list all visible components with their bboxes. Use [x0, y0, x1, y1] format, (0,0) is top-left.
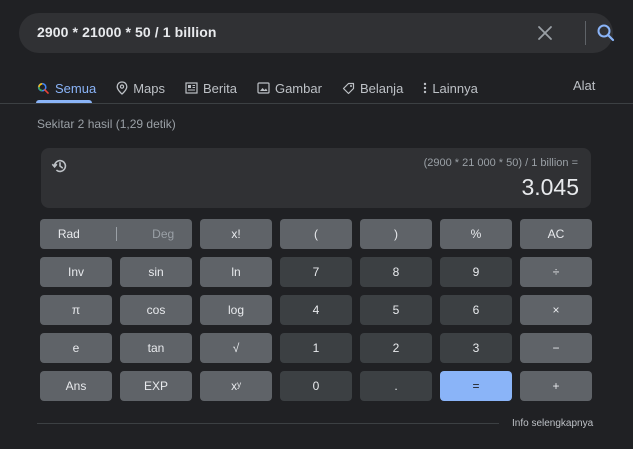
result-stats: Sekitar 2 hasil (1,29 detik) [37, 117, 176, 131]
key-log[interactable]: log [200, 295, 272, 325]
tab-label: Belanja [359, 80, 404, 96]
more-info-link[interactable]: Info selengkapnya [512, 418, 593, 429]
calculator-expression: (2900 * 21 000 * 50) / 1 billion = [423, 157, 578, 169]
key-ln[interactable]: ln [200, 257, 272, 287]
key-4[interactable]: 4 [280, 295, 352, 325]
tab-label: Berita [203, 80, 237, 96]
calculator-display: (2900 * 21 000 * 50) / 1 billion = 3.045 [41, 148, 591, 208]
search-divider [585, 21, 586, 45]
key-5[interactable]: 5 [360, 295, 432, 325]
history-icon[interactable] [51, 157, 69, 175]
tag-icon [342, 82, 355, 94]
key-factorial[interactable]: x! [200, 219, 272, 249]
calculator-result: 3.045 [521, 174, 579, 200]
key-e[interactable]: e [40, 333, 112, 363]
deg-option[interactable]: Deg [152, 227, 174, 241]
tab-berita[interactable]: Berita [185, 81, 237, 96]
key-7[interactable]: 7 [280, 257, 352, 287]
newspaper-icon [185, 82, 198, 94]
more-vert-icon [424, 82, 427, 94]
tab-label: Gambar [274, 80, 322, 96]
key-subtract[interactable]: − [520, 333, 592, 363]
tools-button[interactable]: Alat [573, 78, 595, 93]
key-2[interactable]: 2 [360, 333, 432, 363]
key-6[interactable]: 6 [440, 295, 512, 325]
key-3[interactable]: 3 [440, 333, 512, 363]
rad-option[interactable]: Rad [58, 227, 80, 241]
key-pi[interactable]: π [40, 295, 112, 325]
tab-lainnya[interactable]: Lainnya [423, 81, 478, 96]
key-cos[interactable]: cos [120, 295, 192, 325]
search-tabs: Semua Maps Berita Gambar Belanja Lainnya [37, 78, 498, 98]
map-pin-icon [116, 81, 128, 95]
key-close-paren[interactable]: ) [360, 219, 432, 249]
mode-separator [115, 227, 117, 241]
key-power[interactable]: xʸ [200, 371, 272, 401]
search-icon [37, 82, 49, 94]
key-exp[interactable]: EXP [120, 371, 192, 401]
key-tan[interactable]: tan [120, 333, 192, 363]
tab-maps[interactable]: Maps [116, 81, 165, 96]
key-equals[interactable]: = [440, 371, 512, 401]
key-multiply[interactable]: × [520, 295, 592, 325]
key-percent[interactable]: % [440, 219, 512, 249]
angle-mode-toggle[interactable]: Rad Deg [40, 219, 192, 249]
tab-belanja[interactable]: Belanja [342, 81, 403, 96]
tab-label: Semua [55, 80, 97, 96]
search-bar[interactable]: 2900 * 21000 * 50 / 1 billion [19, 13, 616, 53]
key-sin[interactable]: sin [120, 257, 192, 287]
key-8[interactable]: 8 [360, 257, 432, 287]
footer-divider [37, 423, 499, 424]
tab-label: Maps [133, 80, 165, 96]
key-decimal[interactable]: . [360, 371, 432, 401]
search-input[interactable]: 2900 * 21000 * 50 / 1 billion [37, 24, 217, 40]
key-inverse[interactable]: Inv [40, 257, 112, 287]
key-open-paren[interactable]: ( [280, 219, 352, 249]
key-1[interactable]: 1 [280, 333, 352, 363]
search-icon[interactable] [596, 23, 616, 43]
key-ans[interactable]: Ans [40, 371, 112, 401]
tab-label: Lainnya [432, 80, 478, 96]
key-add[interactable]: + [520, 371, 592, 401]
image-icon [257, 82, 270, 94]
tabs-divider [0, 103, 633, 104]
close-icon[interactable] [535, 23, 555, 43]
tab-semua[interactable]: Semua [37, 81, 96, 96]
key-all-clear[interactable]: AC [520, 219, 592, 249]
key-9[interactable]: 9 [440, 257, 512, 287]
key-sqrt[interactable]: √ [200, 333, 272, 363]
key-divide[interactable]: ÷ [520, 257, 592, 287]
key-0[interactable]: 0 [280, 371, 352, 401]
tab-gambar[interactable]: Gambar [257, 81, 322, 96]
